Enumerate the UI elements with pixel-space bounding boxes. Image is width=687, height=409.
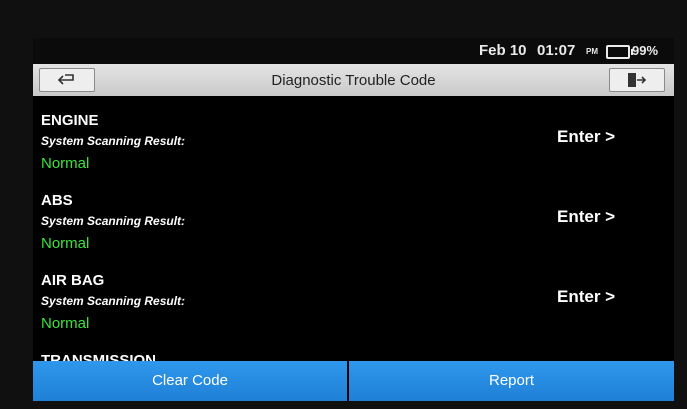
enter-button[interactable]: Enter > [557,127,615,147]
list-item-airbag[interactable]: AIR BAG System Scanning Result: Normal E… [33,256,674,336]
status-bar: Feb 10 01:07 PM 99% [33,38,674,64]
system-result: Normal [41,235,90,252]
screen: Feb 10 01:07 PM 99% Diagnostic Trouble C… [33,38,674,401]
clear-code-button[interactable]: Clear Code [33,361,347,401]
system-name: TRANSMISSION [41,352,157,361]
system-name: AIR BAG [41,272,105,289]
title-bar: Diagnostic Trouble Code [33,64,674,96]
list-item-abs[interactable]: ABS System Scanning Result: Normal Enter… [33,176,674,256]
status-ampm: PM [586,47,598,56]
enter-button[interactable]: Enter > [557,287,615,307]
exit-door-icon [628,73,647,87]
system-name: ABS [41,192,73,209]
system-subtitle: System Scanning Result: [41,214,186,228]
system-name: ENGINE [41,112,99,129]
status-date: Feb 10 [479,42,527,59]
enter-button[interactable]: Enter > [557,207,615,227]
report-button[interactable]: Report [349,361,674,401]
list-item-engine[interactable]: ENGINE System Scanning Result: Normal En… [33,96,674,176]
system-result: Normal [41,315,90,332]
exit-button[interactable] [609,68,665,92]
list-item-transmission[interactable]: TRANSMISSION [33,336,674,361]
battery-percent: 99% [632,43,659,58]
system-result: Normal [41,155,90,172]
status-time: 01:07 [537,42,576,59]
system-list: ENGINE System Scanning Result: Normal En… [33,96,674,361]
system-subtitle: System Scanning Result: [41,134,186,148]
system-subtitle: System Scanning Result: [41,294,186,308]
battery-icon [606,45,633,59]
page-title: Diagnostic Trouble Code [271,72,436,89]
